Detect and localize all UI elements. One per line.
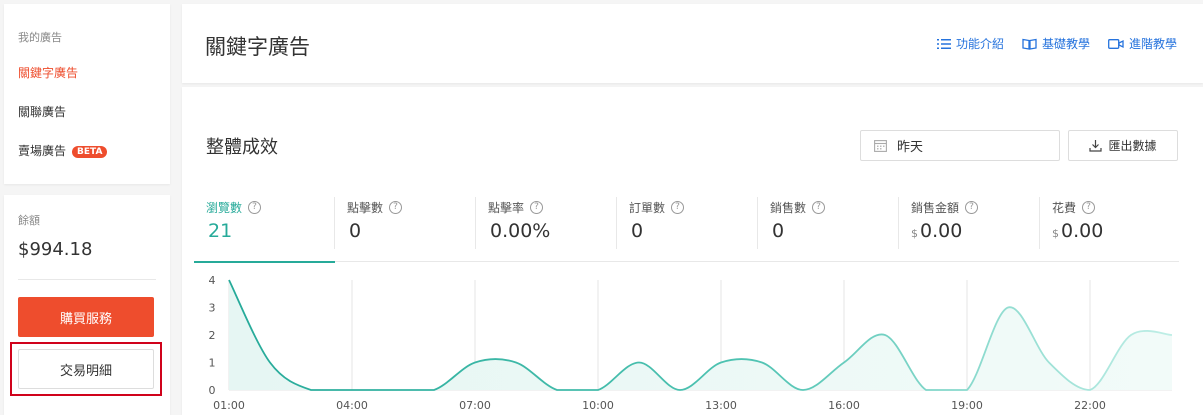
link-label: 進階教學 <box>1128 37 1177 51</box>
help-icon[interactable]: ? <box>671 201 685 214</box>
link-label: 功能介紹 <box>955 37 1004 51</box>
feature-intro-link[interactable]: 功能介紹 <box>936 35 1004 52</box>
x-tick-label: 16:00 <box>828 399 860 412</box>
nav-item-label: 關聯廣告 <box>18 105 67 119</box>
help-icon[interactable]: ? <box>812 201 826 214</box>
metric-label: 點擊率 <box>488 201 525 215</box>
nav-item-keyword-ads[interactable]: 關鍵字廣告 <box>18 64 78 81</box>
y-tick-label: 4 <box>209 274 216 287</box>
x-tick-label: 22:00 <box>1074 399 1106 412</box>
page-title: 關鍵字廣告 <box>205 35 310 59</box>
metric-label: 瀏覽數 <box>206 201 243 215</box>
metric-value: 0 <box>631 220 644 242</box>
metric-label: 銷售金額 <box>911 201 960 215</box>
export-data-button[interactable]: 匯出數據 <box>1068 130 1178 161</box>
ads-nav-panel: 我的廣告 關鍵字廣告 關聯廣告 賣場廣告 BETA <box>4 4 170 184</box>
download-icon <box>1089 140 1103 152</box>
balance-panel: 餘額 $994.18 購買服務 交易明細 <box>4 195 170 415</box>
buy-service-button[interactable]: 購買服務 <box>18 297 154 337</box>
metric-currency: $ <box>911 227 918 240</box>
y-tick-label: 3 <box>209 302 216 315</box>
metric-value: 0 <box>772 220 785 242</box>
views-chart: 01:00 04:00 07:00 10:00 13:00 16:00 19:00 22:00… <box>209 274 1173 412</box>
metric-sales-amount[interactable]: 銷售金額? $0.00 <box>899 187 1040 262</box>
link-label: 基礎教學 <box>1041 37 1090 51</box>
performance-title: 整體成效 <box>206 137 278 158</box>
divider <box>18 279 156 280</box>
metric-value: 21 <box>208 220 233 242</box>
metric-value: 0.00 <box>1061 220 1104 242</box>
series-area <box>229 280 1172 390</box>
metrics-row: 瀏覽數? 21 點擊數? 0 點擊率? 0.00% 訂單數? 0 銷售數? 0 … <box>194 187 1181 263</box>
video-icon <box>1108 38 1124 49</box>
nav-item-label: 賣場廣告 <box>18 144 67 158</box>
metric-ctr[interactable]: 點擊率? 0.00% <box>476 187 617 262</box>
help-icon[interactable]: ? <box>1082 201 1096 214</box>
y-tick-label: 2 <box>209 329 216 342</box>
book-icon <box>1022 38 1037 50</box>
metric-value: 0.00% <box>490 220 551 242</box>
help-icon[interactable]: ? <box>389 201 403 214</box>
beta-badge: BETA <box>72 146 108 158</box>
x-tick-label: 10:00 <box>582 399 614 412</box>
advanced-tutorial-link[interactable]: 進階教學 <box>1108 35 1177 52</box>
help-icon[interactable]: ? <box>965 201 979 214</box>
help-icon[interactable]: ? <box>530 201 544 214</box>
y-tick-label: 0 <box>209 384 216 397</box>
metric-spend[interactable]: 花費? $0.00 <box>1040 187 1181 262</box>
x-tick-label: 07:00 <box>459 399 491 412</box>
performance-panel: 整體成效 昨天 匯出數據 瀏覽數? 21 點擊數? 0 點擊率? 0.00% 訂… <box>182 87 1203 415</box>
help-icon[interactable]: ? <box>248 201 262 214</box>
date-picker[interactable]: 昨天 <box>860 130 1060 161</box>
metric-label: 花費 <box>1052 201 1077 215</box>
nav-section-title: 我的廣告 <box>18 31 62 44</box>
x-tick-label: 19:00 <box>951 399 983 412</box>
highlight-box <box>10 342 162 396</box>
balance-label: 餘額 <box>18 214 40 227</box>
metric-items-sold[interactable]: 銷售數? 0 <box>758 187 899 262</box>
metric-clicks[interactable]: 點擊數? 0 <box>335 187 476 262</box>
metric-orders[interactable]: 訂單數? 0 <box>617 187 758 262</box>
nav-item-related-ads[interactable]: 關聯廣告 <box>18 103 66 120</box>
nav-item-shop-ads[interactable]: 賣場廣告 BETA <box>18 142 108 159</box>
x-tick-label: 04:00 <box>336 399 368 412</box>
basic-tutorial-link[interactable]: 基礎教學 <box>1022 35 1090 52</box>
metric-label: 訂單數 <box>629 201 666 215</box>
metric-views[interactable]: 瀏覽數? 21 <box>194 187 335 263</box>
y-tick-label: 1 <box>209 357 216 370</box>
x-tick-label: 13:00 <box>705 399 737 412</box>
x-tick-label: 01:00 <box>213 399 245 412</box>
nav-item-label: 關鍵字廣告 <box>18 66 79 80</box>
balance-value: $994.18 <box>18 239 93 260</box>
metric-label: 點擊數 <box>347 201 384 215</box>
metric-value: 0 <box>349 220 362 242</box>
metric-currency: $ <box>1052 227 1059 240</box>
calendar-icon <box>874 140 887 152</box>
header-links: 功能介紹 基礎教學 進階教學 <box>936 35 1177 52</box>
metric-label: 銷售數 <box>770 201 807 215</box>
list-icon <box>936 38 951 49</box>
export-label: 匯出數據 <box>1108 139 1157 153</box>
date-value: 昨天 <box>897 140 924 155</box>
page-header: 關鍵字廣告 功能介紹 基礎教學 進階教學 <box>182 4 1203 83</box>
metric-value: 0.00 <box>920 220 963 242</box>
